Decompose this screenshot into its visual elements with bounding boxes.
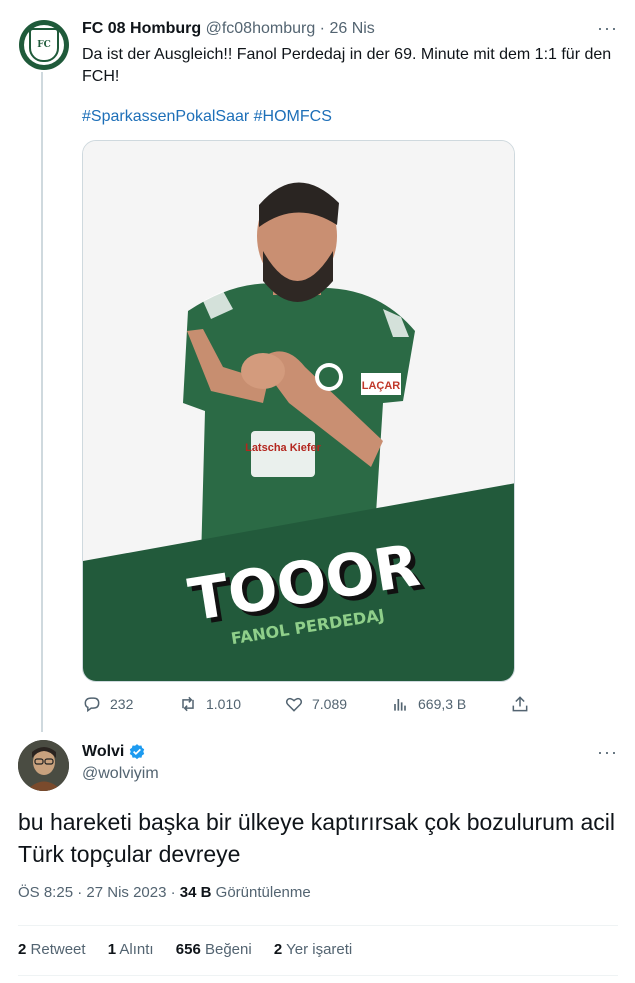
tweet-action-bar: 232 1.010 7.089 669,3 B: [82, 694, 532, 716]
tweet-header: FC 08 Homburg @fc08homburg · 26 Nis: [82, 20, 375, 38]
more-options-button[interactable]: ···: [597, 742, 618, 763]
tweet-date[interactable]: 26 Nis: [329, 20, 374, 37]
views-label: Görüntülenme: [215, 884, 311, 901]
divider: [18, 975, 618, 976]
retweet-icon: [182, 696, 194, 712]
thread-connector-line: [41, 72, 43, 732]
views-count: 669,3 B: [418, 696, 467, 712]
author-handle[interactable]: @wolviyim: [82, 765, 159, 783]
engagement-stats: 2 Retweet 1 Alıntı 656 Beğeni 2 Yer işar…: [18, 941, 370, 958]
tweet-media-image[interactable]: Latscha Kiefer LAÇAR TOOOR TOOOR FANOL P…: [82, 140, 515, 682]
divider: [18, 925, 618, 926]
likes-stat-link[interactable]: 656 Beğeni: [176, 941, 252, 958]
separator-dot: ·: [319, 20, 325, 37]
retweet-count: 1.010: [206, 696, 242, 712]
views-button[interactable]: 669,3 B: [390, 694, 466, 714]
share-icon: [512, 696, 528, 712]
verified-badge-icon[interactable]: [128, 743, 146, 761]
quotes-stat-link[interactable]: 1 Alıntı: [108, 941, 154, 958]
tweet-text: bu hareketi başka bir ülkeye kaptırırsak…: [18, 809, 616, 867]
more-options-button[interactable]: ···: [597, 18, 618, 39]
bookmarks-stat-link[interactable]: 2 Yer işareti: [274, 941, 352, 958]
sponsor-label: Latscha Kiefer: [245, 442, 322, 454]
author-name[interactable]: FC 08 Homburg: [82, 20, 201, 37]
heart-icon: [285, 697, 303, 712]
hashtag-links[interactable]: #SparkassenPokalSaar #HOMFCS: [82, 108, 332, 126]
user-avatar-image: [18, 740, 69, 791]
tweet-time[interactable]: ÖS 8:25: [18, 884, 73, 901]
goal-graphic: Latscha Kiefer LAÇAR TOOOR TOOOR FANOL P…: [83, 141, 514, 681]
avatar[interactable]: FC: [19, 20, 69, 70]
retweet-button[interactable]: 1.010: [178, 694, 241, 714]
share-button[interactable]: [510, 694, 530, 714]
avatar[interactable]: [18, 740, 69, 791]
sleeve-sponsor-label: LAÇAR: [362, 380, 401, 392]
tweet-timestamp-row: ÖS 8:25 · 27 Nis 2023 · 34 B Görüntülenm…: [18, 884, 311, 901]
author-name-row: Wolvi: [82, 743, 146, 761]
reply-button[interactable]: 232: [82, 694, 133, 714]
analytics-icon: [394, 699, 406, 711]
author-name[interactable]: Wolvi: [82, 743, 124, 761]
tweet-text: Da ist der Ausgleich!! Fanol Perdedaj in…: [82, 46, 612, 85]
reply-icon: [84, 697, 100, 713]
retweets-stat-link[interactable]: 2 Retweet: [18, 941, 86, 958]
like-button[interactable]: 7.089: [284, 694, 347, 714]
like-count: 7.089: [312, 696, 348, 712]
reply-count: 232: [110, 696, 134, 712]
club-crest-icon: FC: [29, 28, 59, 62]
views-count: 34 B: [179, 884, 212, 901]
author-handle[interactable]: @fc08homburg: [206, 20, 316, 37]
tweet-date[interactable]: 27 Nis 2023: [86, 884, 166, 901]
